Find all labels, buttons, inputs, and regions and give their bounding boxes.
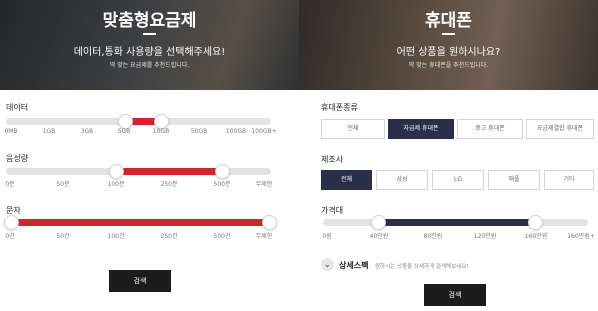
price-slider-min-handle[interactable]	[371, 215, 386, 230]
maker-label: 제조사	[321, 155, 344, 164]
data-slider-min-handle[interactable]	[118, 114, 133, 129]
sms-tick: 무제한	[255, 233, 273, 240]
price-tick: 160만원+	[567, 233, 595, 240]
data-slider-track[interactable]	[6, 118, 271, 125]
phone-type-label: 휴대폰종류	[321, 103, 358, 112]
voice-slider-min-handle[interactable]	[109, 164, 124, 179]
voice-slider-max-handle[interactable]	[215, 164, 230, 179]
phone-banner: 휴대폰 어떤 상품을 원하시나요? 딱 맞는 휴대폰을 추천드립니다.	[299, 0, 598, 90]
data-slider-max-handle[interactable]	[154, 114, 169, 129]
phone-finder-panel: 휴대폰 어떤 상품을 원하시나요? 딱 맞는 휴대폰을 추천드립니다. 휴대폰종…	[299, 0, 598, 311]
maker-samsung[interactable]: 삼성	[376, 170, 428, 190]
plan-banner: 맞춤형요금제 데이터,통화 사용량을 선택해주세요! 딱 맞는 요금제를 추천드…	[0, 0, 299, 90]
price-slider-fill	[378, 219, 535, 226]
voice-slider-track[interactable]	[6, 168, 271, 175]
voice-tick: 100분	[107, 181, 125, 188]
data-tick: 100GB	[225, 128, 247, 135]
phone-banner-title: 휴대폰	[425, 11, 472, 31]
data-slider-ticks: 0MB 1GB 3GB 5GB 10GB 50GB 100GB 100GB+	[4, 128, 276, 138]
sms-slider-ticks: 0건 50건 100건 250건 500건 무제한	[5, 231, 273, 241]
phone-type-unlocked[interactable]: 자급제 휴대폰	[388, 119, 454, 139]
price-tick: 160만원	[524, 233, 548, 240]
price-tick: 80만원	[423, 233, 443, 240]
price-slider-max-handle[interactable]	[528, 215, 543, 230]
price-tick: 0원	[322, 233, 332, 240]
price-label: 가격대	[321, 206, 344, 215]
phone-banner-subtitle: 어떤 상품을 원하시나요?	[396, 47, 501, 58]
detail-spec-label[interactable]: 상세스펙	[339, 260, 368, 271]
sms-tick: 250건	[160, 233, 178, 240]
plan-banner-title: 맞춤형요금제	[102, 11, 197, 31]
phone-banner-note: 딱 맞는 휴대폰을 추천드립니다.	[408, 62, 489, 69]
sms-slider-min-handle[interactable]	[4, 215, 19, 230]
price-tick: 120만원	[473, 233, 497, 240]
data-label: 데이터	[6, 103, 29, 112]
voice-slider-fill	[116, 168, 224, 175]
sms-tick: 0건	[5, 233, 15, 240]
price-slider-track[interactable]	[323, 219, 588, 226]
banner-divider	[442, 33, 455, 35]
sms-tick: 100건	[107, 233, 125, 240]
voice-tick: 500분	[213, 181, 231, 188]
voice-slider-ticks: 0분 50분 100분 250분 500분 무제한	[5, 179, 273, 189]
voice-label: 음성량	[6, 154, 29, 163]
data-tick: 3GB	[80, 128, 94, 135]
plan-finder-panel: 맞춤형요금제 데이터,통화 사용량을 선택해주세요! 딱 맞는 요금제를 추천드…	[0, 0, 299, 311]
data-tick: 1GB	[42, 128, 56, 135]
phone-search-button[interactable]: 검색	[424, 284, 486, 306]
phone-type-bundle[interactable]: 요금제결합 휴대폰	[526, 119, 594, 139]
voice-tick: 250분	[160, 181, 178, 188]
data-tick: 0MB	[4, 128, 18, 135]
maker-apple[interactable]: 애플	[488, 170, 540, 190]
price-slider-ticks: 0원 40만원 80만원 120만원 160만원 160만원+	[322, 231, 594, 241]
sms-slider-track[interactable]	[6, 219, 271, 226]
sms-slider-max-handle[interactable]	[262, 215, 277, 230]
detail-spec-hint: 원하시는 상품을 상세하게 검색해보세요!	[375, 264, 469, 270]
plan-search-button[interactable]: 검색	[109, 270, 171, 292]
plan-banner-subtitle: 데이터,통화 사용량을 선택해주세요!	[73, 47, 226, 58]
phone-type-all[interactable]: 전체	[321, 119, 385, 139]
data-tick: 100GB+	[251, 128, 277, 135]
maker-other[interactable]: 기타	[544, 170, 594, 190]
phone-type-used[interactable]: 중고 휴대폰	[457, 119, 523, 139]
sms-slider-fill	[6, 219, 271, 226]
data-tick: 50GB	[190, 128, 208, 135]
chevron-down-icon[interactable]: ⌄	[321, 258, 334, 271]
maker-lg[interactable]: LG	[432, 170, 484, 190]
price-tick: 40만원	[369, 233, 389, 240]
plan-banner-note: 딱 맞는 요금제를 추천드립니다.	[109, 62, 190, 69]
banner-divider	[143, 33, 156, 35]
data-tick: 10GB	[152, 128, 170, 135]
sms-tick: 50건	[56, 233, 70, 240]
data-tick: 5GB	[117, 128, 131, 135]
sms-tick: 500건	[213, 233, 231, 240]
maker-all[interactable]: 전체	[321, 170, 372, 190]
voice-tick: 0분	[5, 181, 15, 188]
voice-tick: 50분	[56, 181, 70, 188]
voice-tick: 무제한	[255, 181, 273, 188]
